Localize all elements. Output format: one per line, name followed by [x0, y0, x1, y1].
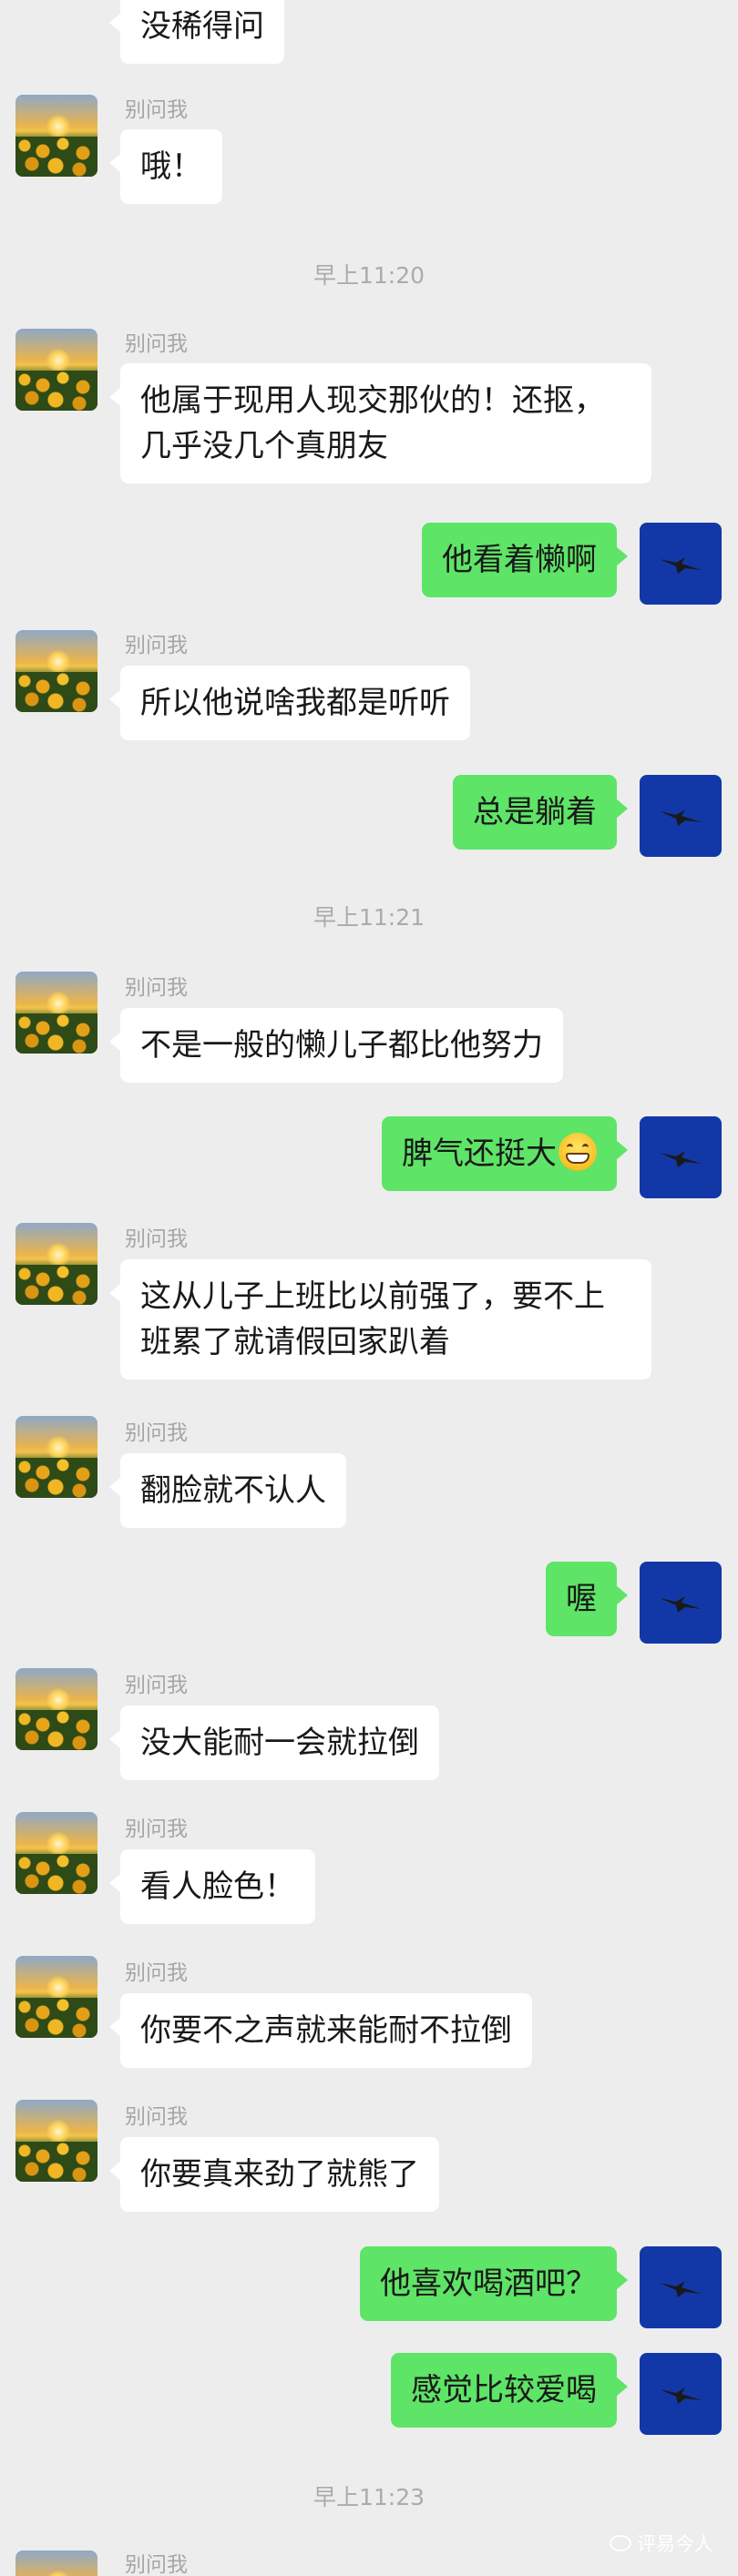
sender-name: 别问我 — [125, 634, 188, 657]
sunflower-graphic — [15, 2142, 97, 2182]
contact-avatar[interactable] — [15, 1223, 97, 1305]
sun-graphic — [46, 1832, 70, 1856]
contact-avatar[interactable] — [15, 95, 97, 177]
sunflower-graphic — [15, 672, 97, 712]
sender-name: 别问我 — [125, 1227, 188, 1251]
message-bubble[interactable]: 你要真来劲了就熊了 — [109, 2137, 439, 2212]
message-bubble-self[interactable]: 他看着懒啊 — [422, 523, 628, 597]
sunflower-graphic — [15, 1854, 97, 1894]
watermark-text: 评易今人 — [637, 2533, 713, 2555]
wechat-icon — [610, 2535, 631, 2551]
sender-name: 别问我 — [125, 976, 188, 1000]
timestamp: 早上11:20 — [313, 262, 425, 289]
sunflower-graphic — [15, 1998, 97, 2038]
contact-avatar[interactable] — [15, 2100, 97, 2182]
message-bubble[interactable]: 他属于现用人现交那伙的！还抠，几乎没几个真朋友 — [109, 363, 651, 484]
message-bubble-self[interactable]: 喔 — [546, 1562, 628, 1636]
sunflower-graphic — [15, 371, 97, 411]
bird-icon — [660, 2388, 702, 2404]
message-bubble[interactable]: 你要不之声就来能耐不拉倒 — [109, 1993, 532, 2068]
message-bubble-self[interactable]: 感觉比较爱喝 — [391, 2353, 628, 2428]
sun-graphic — [46, 1436, 70, 1460]
message-bubble[interactable]: 没稀得问 — [109, 0, 284, 64]
message-bubble[interactable]: 所以他说啥我都是听听 — [109, 666, 470, 740]
message-bubble[interactable]: 不是一般的懒儿子都比他努力 — [109, 1008, 563, 1083]
sun-graphic — [46, 115, 70, 138]
message-bubble[interactable]: 翻脸就不认人 — [109, 1453, 346, 1528]
contact-avatar[interactable] — [15, 972, 97, 1054]
timestamp: 早上11:21 — [313, 904, 425, 931]
sender-name: 别问我 — [125, 2553, 188, 2576]
message-bubble[interactable]: 哦！ — [109, 129, 222, 204]
message-bubble[interactable]: 看人脸色！ — [109, 1849, 315, 1924]
self-avatar[interactable] — [640, 2353, 722, 2435]
sun-graphic — [46, 1243, 70, 1267]
contact-avatar[interactable] — [15, 1956, 97, 2038]
sender-name: 别问我 — [125, 332, 188, 356]
sunflower-graphic — [15, 1265, 97, 1305]
contact-avatar[interactable] — [15, 1416, 97, 1498]
bird-icon — [660, 557, 702, 574]
contact-avatar[interactable] — [15, 2551, 97, 2576]
sender-name: 别问我 — [125, 1421, 188, 1445]
contact-avatar[interactable] — [15, 1668, 97, 1750]
bird-icon — [660, 1151, 702, 1167]
contact-avatar[interactable] — [15, 630, 97, 712]
self-avatar[interactable] — [640, 2246, 722, 2328]
sender-name: 别问我 — [125, 1674, 188, 1697]
sun-graphic — [46, 650, 70, 674]
sun-graphic — [46, 1688, 70, 1712]
message-bubble-self[interactable]: 总是躺着 — [453, 775, 628, 850]
sunflower-graphic — [15, 137, 97, 177]
self-avatar[interactable] — [640, 775, 722, 857]
message-text: 脾气还挺大 — [402, 1135, 557, 1172]
bird-icon — [660, 1596, 702, 1613]
self-avatar[interactable] — [640, 1562, 722, 1644]
sender-name: 别问我 — [125, 1961, 188, 1985]
sunflower-graphic — [15, 1013, 97, 1054]
message-bubble-self[interactable]: 他喜欢喝酒吧？ — [360, 2246, 628, 2321]
grin-emoji-icon — [559, 1133, 597, 1171]
message-bubble[interactable]: 这从儿子上班比以前强了，要不上班累了就请假回家趴着 — [109, 1259, 651, 1380]
sun-graphic — [46, 1976, 70, 2000]
self-avatar[interactable] — [640, 1116, 722, 1198]
bird-icon — [660, 809, 702, 826]
sun-graphic — [46, 2120, 70, 2143]
self-avatar[interactable] — [640, 523, 722, 605]
message-bubble[interactable]: 没大能耐一会就拉倒 — [109, 1705, 439, 1780]
contact-avatar[interactable] — [15, 1812, 97, 1894]
bird-icon — [660, 2281, 702, 2297]
timestamp: 早上11:23 — [313, 2484, 425, 2510]
sun-graphic — [46, 349, 70, 372]
contact-avatar[interactable] — [15, 329, 97, 411]
message-bubble-self[interactable]: 脾气还挺大 — [382, 1116, 628, 1191]
sender-name: 别问我 — [125, 98, 188, 122]
sunflower-graphic — [15, 1458, 97, 1498]
sender-name: 别问我 — [125, 2105, 188, 2129]
sunflower-graphic — [15, 1710, 97, 1750]
sun-graphic — [46, 2571, 70, 2576]
sun-graphic — [46, 992, 70, 1015]
watermark: 评易今人 — [610, 2530, 713, 2557]
sender-name: 别问我 — [125, 1817, 188, 1841]
